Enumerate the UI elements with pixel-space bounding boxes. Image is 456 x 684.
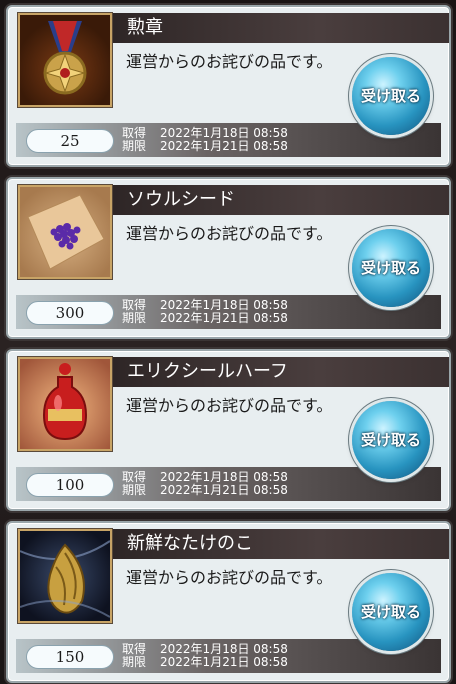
quantity-badge: 100 [26, 473, 114, 497]
obtained-date: 2022年1月18日 08:58 [160, 642, 288, 656]
quantity-badge: 25 [26, 129, 114, 153]
receive-button[interactable]: 受け取る [352, 57, 430, 135]
item-description: 運営からのお詫びの品です。 [126, 224, 333, 243]
deadline-label: 期限 [122, 139, 147, 153]
elixir-half-icon [18, 357, 112, 451]
deadline-label: 期限 [122, 483, 147, 497]
obtained-label: 取得 [122, 126, 147, 140]
gift-card-1: 勲章 運営からのお詫びの品です。 25 取得 2022年1月18日 08:58 期… [6, 5, 451, 167]
deadline-date: 2022年1月21日 08:58 [160, 311, 288, 325]
medal-icon [18, 13, 112, 107]
obtained-label: 取得 [122, 642, 147, 656]
obtained-date: 2022年1月18日 08:58 [160, 470, 288, 484]
item-name: エリクシールハーフ [113, 357, 449, 387]
deadline-date: 2022年1月21日 08:58 [160, 655, 288, 669]
receive-button[interactable]: 受け取る [352, 229, 430, 307]
date-info: 取得 2022年1月18日 08:58 期限 2022年1月21日 08:58 [122, 471, 288, 497]
item-description: 運営からのお詫びの品です。 [126, 52, 333, 71]
deadline-date: 2022年1月21日 08:58 [160, 139, 288, 153]
deadline-label: 期限 [122, 311, 147, 325]
gift-card-4: 新鮮なたけのこ 運営からのお詫びの品です。 150 取得 2022年1月18日 0… [6, 521, 451, 683]
date-info: 取得 2022年1月18日 08:58 期限 2022年1月21日 08:58 [122, 299, 288, 325]
gift-card-3: エリクシールハーフ 運営からのお詫びの品です。 100 取得 2022年1月18日… [6, 349, 451, 511]
item-name: ソウルシード [113, 185, 449, 215]
item-description: 運営からのお詫びの品です。 [126, 396, 333, 415]
receive-button[interactable]: 受け取る [352, 401, 430, 479]
obtained-date: 2022年1月18日 08:58 [160, 126, 288, 140]
item-description: 運営からのお詫びの品です。 [126, 568, 333, 587]
obtained-date: 2022年1月18日 08:58 [160, 298, 288, 312]
soul-seed-icon [18, 185, 112, 279]
obtained-label: 取得 [122, 470, 147, 484]
deadline-label: 期限 [122, 655, 147, 669]
quantity-badge: 150 [26, 645, 114, 669]
bamboo-shoot-icon [18, 529, 112, 623]
date-info: 取得 2022年1月18日 08:58 期限 2022年1月21日 08:58 [122, 127, 288, 153]
item-name: 勲章 [113, 13, 449, 43]
gift-card-2: ソウルシード 運営からのお詫びの品です。 300 取得 2022年1月18日 08… [6, 177, 451, 339]
obtained-label: 取得 [122, 298, 147, 312]
receive-button[interactable]: 受け取る [352, 573, 430, 651]
date-info: 取得 2022年1月18日 08:58 期限 2022年1月21日 08:58 [122, 643, 288, 669]
deadline-date: 2022年1月21日 08:58 [160, 483, 288, 497]
item-name: 新鮮なたけのこ [113, 529, 449, 559]
quantity-badge: 300 [26, 301, 114, 325]
